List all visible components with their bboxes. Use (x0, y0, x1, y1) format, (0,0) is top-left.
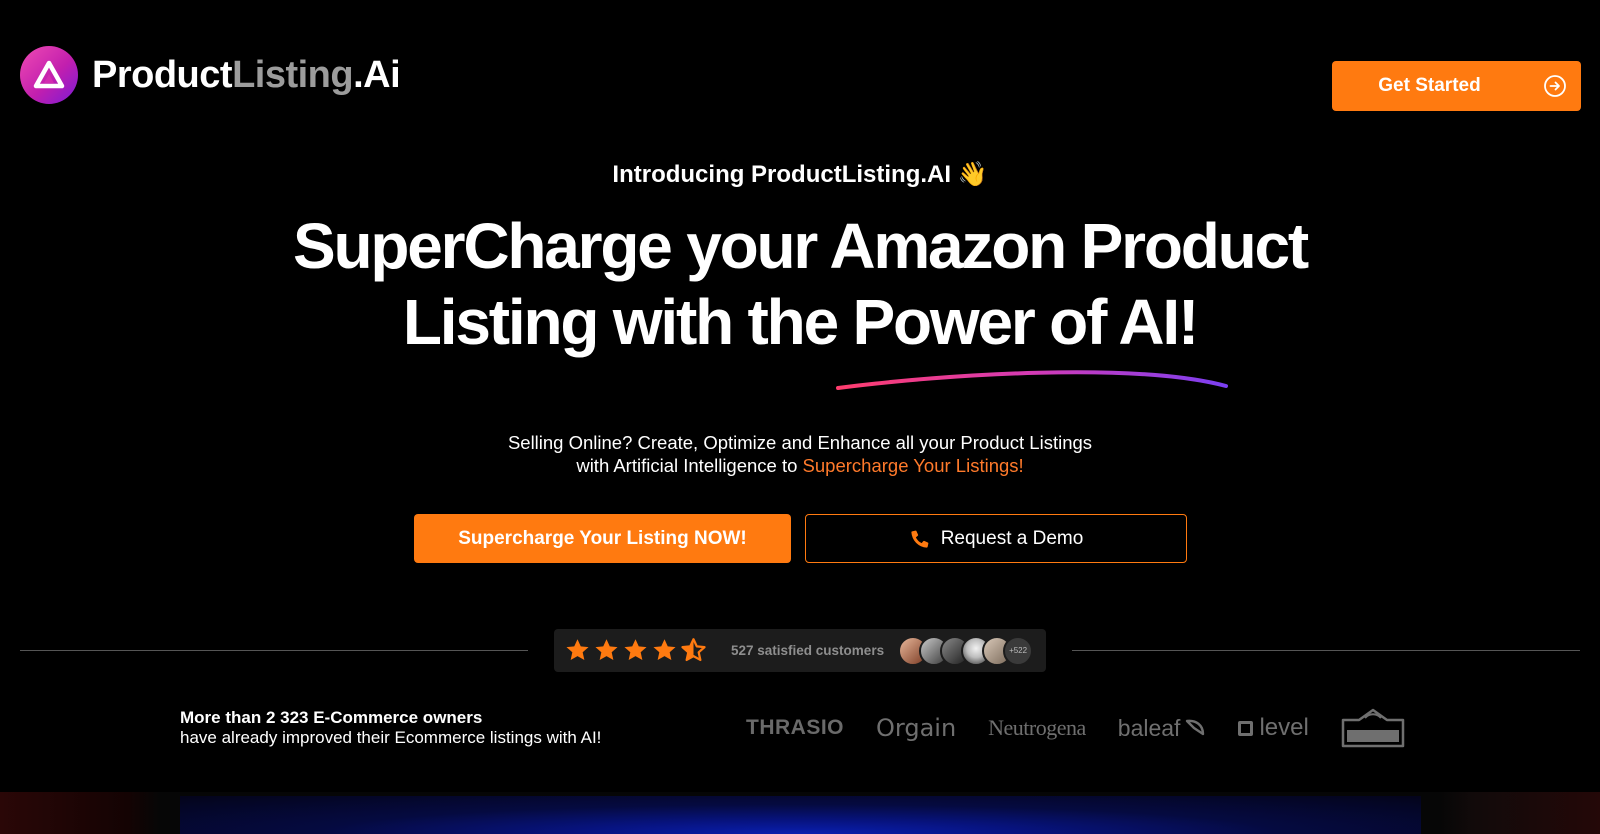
brand-logo-neutrogena: Neutrogena (988, 715, 1086, 740)
star-icon (653, 639, 676, 660)
supercharge-listing-button[interactable]: Supercharge Your Listing NOW! (414, 514, 791, 563)
triangle-logo-icon (20, 46, 78, 104)
level-square-icon (1238, 720, 1254, 736)
owners-line-1: More than 2 323 E-Commerce owners (180, 708, 483, 727)
baleaf-wordmark: baleaf (1117, 714, 1181, 741)
phone-icon (911, 530, 929, 548)
subtitle-prefix: with Artificial Intelligence to (576, 455, 803, 476)
product-preview-panel (180, 796, 1421, 834)
supercharge-button-label: Supercharge Your Listing NOW! (458, 527, 747, 549)
brand-logo-elmers (1341, 708, 1405, 748)
brand-logo-baleaf: baleaf (1118, 715, 1207, 742)
star-icon (595, 639, 618, 660)
subtitle-highlight: Supercharge Your Listings! (802, 455, 1024, 476)
headline-line-1: SuperCharge your Amazon Product (292, 210, 1309, 282)
brand-logos: THRASIO Orgain Neutrogena baleaf level (746, 708, 1405, 748)
rating-badge: 527 satisfied customers +522 (554, 629, 1046, 672)
star-icon (624, 639, 647, 660)
request-demo-button[interactable]: Request a Demo (805, 514, 1187, 563)
level-wordmark: level (1259, 714, 1309, 741)
brand-logo-level: level (1238, 714, 1309, 742)
hero-subtitle: Selling Online? Create, Optimize and Enh… (0, 431, 1600, 477)
brand-logo-thrasio: THRASIO (746, 716, 844, 739)
satisfied-customers-text: 527 satisfied customers (731, 643, 885, 658)
request-demo-label: Request a Demo (940, 527, 1084, 549)
hero-headline: SuperCharge your Amazon Product Listing … (0, 208, 1600, 360)
brand-logo-orgain: Orgain (876, 714, 957, 742)
owners-line-2: have already improved their Ecommerce li… (180, 728, 602, 747)
leaf-icon (1186, 719, 1205, 736)
avatar-more-count: +522 (1003, 635, 1034, 666)
get-started-label: Get Started (1378, 75, 1481, 96)
elmers-logo-icon (1341, 708, 1405, 748)
logo-wordmark: ProductListing.Ai (92, 54, 401, 96)
divider-left (20, 650, 528, 651)
arrow-right-circle-icon (1544, 75, 1566, 97)
owners-text: More than 2 323 E-Commerce owners have a… (180, 708, 601, 748)
intro-text: Introducing ProductListing.AI 👋 (612, 161, 988, 188)
subtitle-line-1: Selling Online? Create, Optimize and Enh… (507, 432, 1093, 453)
logo-part-listing: Listing (232, 54, 354, 96)
star-rating (564, 637, 707, 664)
get-started-button[interactable]: Get Started (1332, 61, 1581, 111)
headline-line-2: Listing with the Power of AI! (402, 286, 1199, 358)
subtitle-line-2: with Artificial Intelligence to Supercha… (0, 454, 1600, 477)
logo-part-ai: .Ai (353, 54, 401, 96)
half-star-icon (681, 638, 706, 662)
divider-right (1072, 650, 1580, 651)
logo-part-product: Product (92, 54, 233, 96)
headline-underline (836, 370, 1228, 390)
site-logo[interactable]: ProductListing.Ai (20, 46, 401, 104)
star-icon (566, 639, 589, 660)
customer-avatars: +522 (898, 635, 1034, 666)
